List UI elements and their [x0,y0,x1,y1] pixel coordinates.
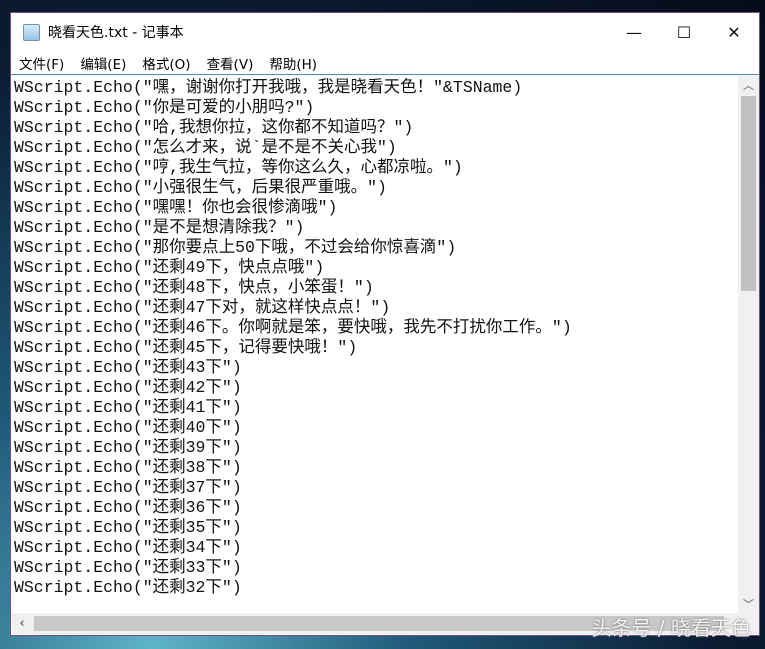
close-button[interactable]: ✕ [709,13,759,51]
text-line: WScript.Echo("还剩41下") [14,398,242,417]
text-line: WScript.Echo("还剩40下") [14,418,242,437]
title-bar[interactable]: 晓看天色.txt - 记事本 — ☐ ✕ [11,13,759,51]
menu-edit[interactable]: 编辑(E) [79,53,127,73]
text-line: WScript.Echo("还剩34下") [14,538,242,557]
menu-view[interactable]: 查看(V) [206,53,255,73]
text-line: WScript.Echo("还剩33下") [14,558,242,577]
menu-file[interactable]: 文件(F) [18,53,65,73]
text-line: WScript.Echo("还剩35下") [14,518,242,537]
text-line: WScript.Echo("还剩32下") [14,578,242,597]
scroll-up-icon[interactable]: ︿ [738,76,759,94]
text-line: WScript.Echo("还剩42下") [14,378,242,397]
text-editor[interactable]: WScript.Echo("嘿，谢谢你打开我哦，我是晓看天色！"&TSName)… [12,76,738,613]
text-line: WScript.Echo("怎么才来，说`是不是不关心我") [14,138,397,157]
scroll-left-icon[interactable]: ‹ [12,613,32,634]
text-line: WScript.Echo("你是可爱的小朋吗?") [14,98,315,117]
text-line: WScript.Echo("那你要点上50下哦，不过会给你惊喜滴") [14,238,457,257]
minimize-button[interactable]: — [609,13,659,51]
menu-help[interactable]: 帮助(H) [268,53,318,73]
text-line: WScript.Echo("还剩48下，快点，小笨蛋！") [14,278,374,297]
watermark: 头条号 / 晓看天色 [591,616,751,640]
text-line: WScript.Echo("还剩39下") [14,438,242,457]
menu-format[interactable]: 格式(O) [141,53,191,73]
text-line: WScript.Echo("是不是想清除我？") [14,218,305,237]
text-line: WScript.Echo("还剩49下，快点点哦") [14,258,325,277]
text-line: WScript.Echo("哈,我想你拉，这你都不知道吗？") [14,118,414,137]
notepad-window: 晓看天色.txt - 记事本 — ☐ ✕ 文件(F) 编辑(E) 格式(O) 查… [10,12,760,636]
text-line: WScript.Echo("还剩47下对，就这样快点点！") [14,298,391,317]
scroll-down-icon[interactable]: ﹀ [738,595,759,613]
text-line: WScript.Echo("嘿嘿！你也会很惨滴哦") [14,198,338,217]
text-line: WScript.Echo("还剩46下。你啊就是笨，要快哦，我先不打扰你工作。"… [14,318,572,337]
menu-bar: 文件(F) 编辑(E) 格式(O) 查看(V) 帮助(H) [11,51,759,75]
maximize-button[interactable]: ☐ [659,13,709,51]
text-line: WScript.Echo("还剩37下") [14,478,242,497]
text-line: WScript.Echo("还剩45下，记得要快哦！") [14,338,358,357]
text-line: WScript.Echo("嘿，谢谢你打开我哦，我是晓看天色！"&TSName) [14,78,523,97]
text-line: WScript.Echo("还剩38下") [14,458,242,477]
vertical-scrollbar[interactable]: ︿ ﹀ [738,76,759,613]
text-line: WScript.Echo("还剩36下") [14,498,242,517]
text-line: WScript.Echo("小强很生气，后果很严重哦。") [14,178,387,197]
text-line: WScript.Echo("哼,我生气拉，等你这么久，心都凉啦。") [14,158,463,177]
vertical-scroll-thumb[interactable] [741,96,756,291]
notepad-icon [23,23,40,41]
text-line: WScript.Echo("还剩43下") [14,358,242,377]
window-title: 晓看天色.txt - 记事本 [48,25,184,41]
